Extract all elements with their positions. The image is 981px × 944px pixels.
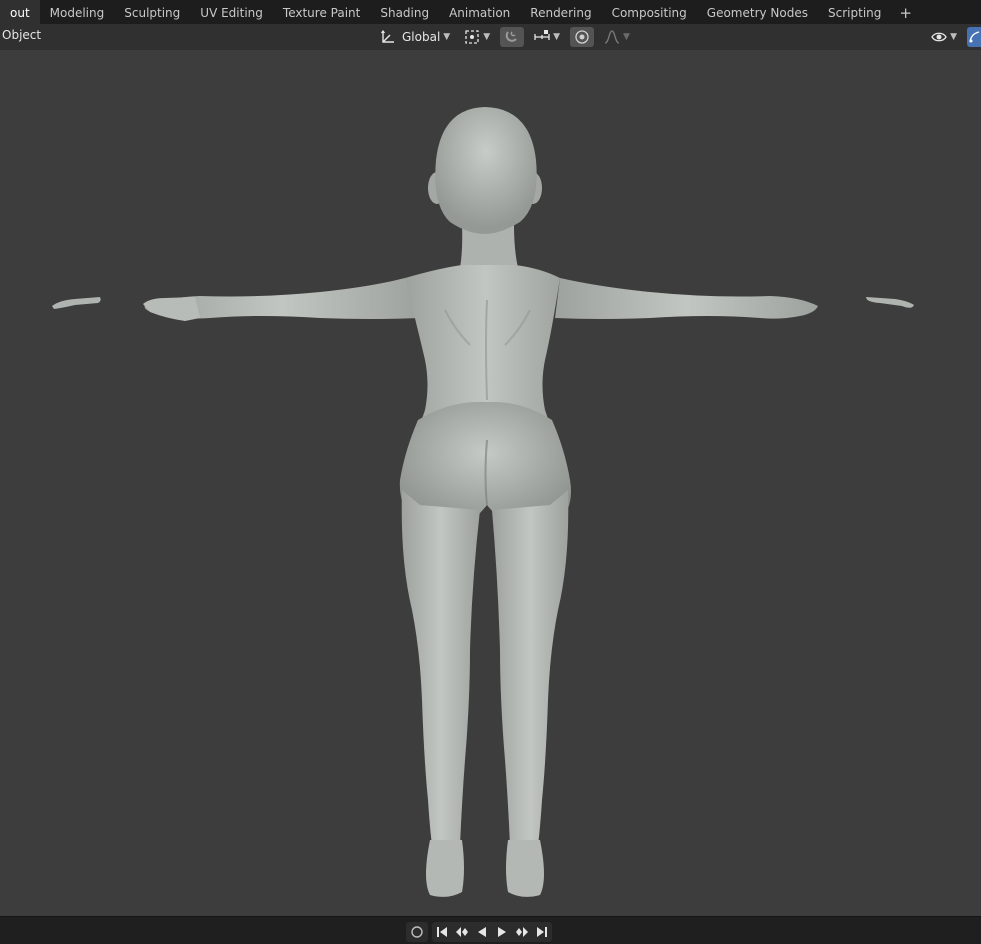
viewport-overlays: ▼	[927, 27, 981, 47]
next-keyframe-button[interactable]	[512, 922, 532, 942]
falloff-dropdown[interactable]: ▼	[600, 27, 634, 47]
visibility-dropdown[interactable]: ▼	[927, 27, 961, 47]
head	[435, 107, 537, 234]
eye-visibility-icon	[931, 32, 947, 42]
object-menu[interactable]: Object	[2, 28, 41, 42]
snap-increment-icon	[534, 30, 550, 40]
tab-scripting[interactable]: Scripting	[818, 0, 891, 25]
spine-groove	[485, 299, 488, 401]
tab-sculpting[interactable]: Sculpting	[114, 0, 190, 25]
jump-end-icon	[537, 927, 547, 937]
proportional-editing-toggle[interactable]	[570, 27, 595, 47]
tab-geometry-nodes[interactable]: Geometry Nodes	[697, 0, 818, 25]
tab-shading[interactable]: Shading	[370, 0, 439, 25]
snap-magnet-icon	[505, 31, 517, 42]
chevron-down-icon: ▼	[950, 32, 957, 42]
play-icon	[498, 927, 506, 937]
chevron-down-icon: ▼	[483, 32, 491, 42]
chevron-down-icon: ▼	[623, 32, 630, 42]
snap-target-dropdown[interactable]: ▼	[530, 27, 564, 47]
chevron-down-icon: ▼	[443, 32, 451, 42]
tab-compositing[interactable]: Compositing	[602, 0, 697, 25]
tab-texture-paint[interactable]: Texture Paint	[273, 0, 370, 25]
prev-keyframe-button[interactable]	[452, 922, 472, 942]
leg-right	[492, 490, 569, 845]
transport-buttons	[432, 922, 552, 942]
hand-left	[143, 297, 200, 321]
jump-start-icon	[437, 927, 447, 937]
transform-orientation-icon	[381, 30, 394, 43]
auto-keying-toggle[interactable]	[406, 922, 428, 942]
gizmo-toggle[interactable]	[967, 27, 981, 47]
tab-rendering[interactable]: Rendering	[520, 0, 601, 25]
play-reverse-icon	[478, 927, 486, 937]
3d-viewport[interactable]	[0, 50, 981, 916]
tab-animation[interactable]: Animation	[439, 0, 520, 25]
transform-controls: Global ▼ ▼ ▼ ▼	[376, 27, 634, 47]
playback-controls	[406, 922, 552, 942]
chevron-down-icon: ▼	[553, 32, 561, 42]
prev-keyframe-icon	[456, 927, 468, 937]
tab-layout[interactable]: out	[0, 0, 40, 25]
orientation-dropdown[interactable]: Global ▼	[376, 27, 454, 47]
next-keyframe-icon	[516, 927, 528, 937]
falloff-curve-icon	[604, 30, 620, 44]
arm-right	[555, 278, 818, 319]
proportional-editing-icon	[575, 30, 589, 44]
add-workspace-button[interactable]: +	[891, 0, 920, 25]
workspace-tab-bar: out Modeling Sculpting UV Editing Textur…	[0, 0, 981, 25]
viewport-header: Object Global ▼ ▼ ▼ ▼ ▼	[0, 24, 981, 50]
play-button[interactable]	[492, 922, 512, 942]
tab-uv-editing[interactable]: UV Editing	[190, 0, 273, 25]
pivot-point-dropdown[interactable]: ▼	[460, 27, 494, 47]
jump-start-button[interactable]	[432, 922, 452, 942]
sculpt-model-view	[52, 107, 914, 897]
gizmo-toggle-icon	[969, 31, 980, 43]
detached-hand-left	[52, 297, 101, 309]
orientation-label: Global	[402, 30, 441, 44]
leg-left	[401, 490, 480, 845]
pivot-point-icon	[465, 30, 479, 44]
foot-right	[506, 840, 544, 897]
snap-toggle[interactable]	[500, 27, 525, 47]
detached-hand-right	[866, 297, 914, 308]
timeline-bar	[0, 916, 981, 944]
record-circle-icon	[411, 926, 423, 938]
jump-end-button[interactable]	[532, 922, 552, 942]
tab-modeling[interactable]: Modeling	[40, 0, 115, 25]
play-reverse-button[interactable]	[472, 922, 492, 942]
foot-left	[426, 840, 464, 897]
